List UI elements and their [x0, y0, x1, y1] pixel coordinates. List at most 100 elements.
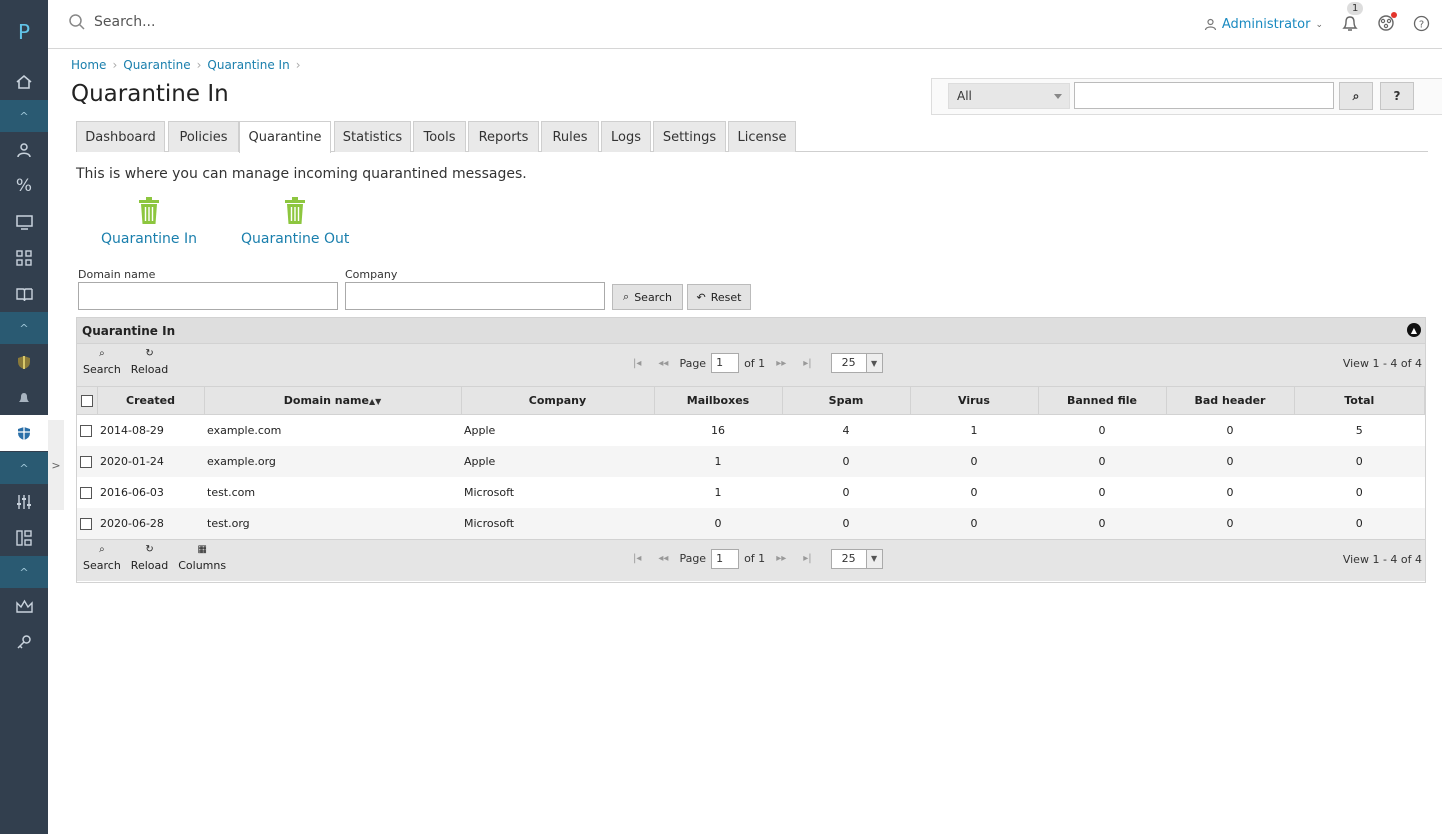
- collapse-group-icon[interactable]: ^: [0, 556, 48, 588]
- shield-plugin-icon[interactable]: [0, 344, 48, 380]
- search-input[interactable]: [94, 14, 394, 30]
- app-logo[interactable]: P: [0, 0, 48, 64]
- prev-page-icon[interactable]: ◂◂: [658, 358, 668, 369]
- bell-plugin-icon[interactable]: [0, 380, 48, 416]
- col-banned-file[interactable]: Banned file: [1038, 386, 1167, 415]
- home-icon[interactable]: [0, 64, 48, 100]
- col-domain-name[interactable]: Domain name▲▼: [204, 386, 462, 415]
- collapse-group-icon[interactable]: ^: [0, 452, 48, 484]
- breadcrumb-quarantine[interactable]: Quarantine: [123, 58, 190, 72]
- next-page-icon[interactable]: ▸▸: [776, 358, 786, 369]
- grid-search-label: Search: [83, 558, 121, 572]
- monitor-icon[interactable]: [0, 204, 48, 240]
- dashboard-layout-icon[interactable]: [0, 520, 48, 556]
- module-search-input[interactable]: [1074, 82, 1334, 109]
- table-row[interactable]: 2020-06-28 test.org Microsoft 0 0 0 0 0 …: [77, 507, 1425, 539]
- user-icon[interactable]: [0, 132, 48, 168]
- tab-statistics[interactable]: Statistics: [334, 121, 411, 152]
- grid-reload-button[interactable]: ↻ Reload: [131, 544, 168, 572]
- col-bad-header[interactable]: Bad header: [1166, 386, 1295, 415]
- rows-per-page-select[interactable]: 25 ▼: [830, 353, 883, 373]
- grid-search-button[interactable]: ⌕ Search: [83, 544, 121, 572]
- cell-mailboxes: 16: [711, 423, 725, 437]
- quarantine-in-button[interactable]: Quarantine In: [101, 197, 197, 247]
- company-filter-input[interactable]: [345, 282, 605, 310]
- select-all-header: [77, 386, 98, 415]
- tab-bar: Dashboard Policies Quarantine Statistics…: [76, 120, 1428, 153]
- tab-reports[interactable]: Reports: [468, 121, 539, 152]
- book-icon[interactable]: [0, 276, 48, 312]
- page-number-input[interactable]: 1: [711, 353, 740, 373]
- last-page-icon[interactable]: ▸|: [803, 358, 811, 369]
- first-page-icon[interactable]: |◂: [633, 358, 641, 369]
- collapse-group-icon[interactable]: ^: [0, 312, 48, 344]
- col-company[interactable]: Company: [461, 386, 655, 415]
- user-menu[interactable]: Administrator ⌄: [1204, 17, 1323, 32]
- rows-per-page-select[interactable]: 25 ▼: [830, 548, 883, 569]
- row-checkbox[interactable]: [80, 517, 92, 530]
- collapse-grid-icon[interactable]: ▲: [1407, 323, 1421, 337]
- row-checkbox[interactable]: [80, 486, 92, 499]
- grid-search-button[interactable]: ⌕ Search: [83, 348, 121, 376]
- table-row[interactable]: 2014-08-29 example.com Apple 16 4 1 0 0 …: [77, 415, 1425, 446]
- tab-dashboard[interactable]: Dashboard: [76, 121, 165, 152]
- table-row[interactable]: 2020-01-24 example.org Apple 1 0 0 0 0 0: [77, 445, 1425, 477]
- tab-tools[interactable]: Tools: [413, 121, 466, 152]
- percent-icon[interactable]: %: [0, 168, 48, 204]
- module-search: All ⌕ ?: [931, 78, 1442, 115]
- sidebar-expand-handle[interactable]: >: [48, 420, 64, 510]
- cell-banned-file: 0: [1098, 423, 1106, 437]
- first-page-icon[interactable]: |◂: [633, 553, 641, 564]
- domain-filter-input[interactable]: [78, 282, 338, 310]
- col-total[interactable]: Total: [1294, 386, 1425, 415]
- row-checkbox[interactable]: [80, 455, 92, 468]
- grid-search-label: Search: [83, 363, 121, 376]
- sliders-icon[interactable]: [0, 484, 48, 520]
- network-status-button[interactable]: [1377, 12, 1397, 35]
- tab-settings[interactable]: Settings: [653, 121, 726, 152]
- next-page-icon[interactable]: ▸▸: [776, 553, 786, 564]
- cell-domain-name: test.com: [207, 485, 256, 499]
- cell-virus: 0: [910, 507, 1038, 539]
- last-page-icon[interactable]: ▸|: [803, 553, 811, 564]
- grid-title: Quarantine In: [82, 324, 176, 338]
- row-checkbox[interactable]: [80, 424, 92, 437]
- notifications-button[interactable]: 1: [1341, 2, 1364, 35]
- filter-reset-button[interactable]: ↶ Reset: [687, 284, 751, 310]
- page-number-input[interactable]: 1: [711, 548, 740, 569]
- grid-reload-label: Reload: [130, 363, 169, 376]
- select-all-checkbox[interactable]: [80, 395, 93, 407]
- grid-apps-icon[interactable]: [0, 240, 48, 276]
- tab-policies[interactable]: Policies: [168, 121, 239, 152]
- collapse-group-icon[interactable]: ^: [0, 100, 48, 132]
- module-search-button[interactable]: ⌕: [1339, 82, 1373, 110]
- key-icon[interactable]: [0, 624, 48, 660]
- filter-search-button[interactable]: ⌕ Search: [612, 284, 683, 310]
- quarantine-in-label: Quarantine In: [101, 231, 197, 247]
- help-button[interactable]: ?: [1413, 15, 1430, 35]
- crown-icon[interactable]: [0, 588, 48, 624]
- quarantine-out-button[interactable]: Quarantine Out: [241, 197, 349, 247]
- search-scope-select[interactable]: All: [948, 83, 1070, 109]
- cell-total: 0: [1294, 445, 1425, 477]
- mail-security-icon[interactable]: [0, 415, 48, 451]
- tab-quarantine[interactable]: Quarantine: [239, 121, 331, 153]
- breadcrumb-quarantine-in[interactable]: Quarantine In: [207, 58, 289, 72]
- table-row[interactable]: 2016-06-03 test.com Microsoft 1 0 0 0 0 …: [77, 477, 1425, 508]
- tab-logs[interactable]: Logs: [601, 121, 651, 152]
- tab-license[interactable]: License: [728, 121, 796, 152]
- breadcrumb-home[interactable]: Home: [71, 58, 106, 72]
- module-help-button[interactable]: ?: [1380, 82, 1414, 110]
- prev-page-icon[interactable]: ◂◂: [658, 553, 668, 564]
- col-spam[interactable]: Spam: [782, 386, 911, 415]
- chevron-right-icon: ›: [295, 58, 301, 72]
- cell-mailboxes: 0: [654, 507, 782, 539]
- col-mailboxes[interactable]: Mailboxes: [654, 386, 783, 415]
- columns-icon: ▦: [197, 543, 207, 555]
- col-virus[interactable]: Virus: [910, 386, 1039, 415]
- col-created[interactable]: Created: [97, 386, 205, 415]
- global-search: [68, 13, 394, 31]
- grid-reload-button[interactable]: ↻ Reload: [131, 348, 168, 376]
- tab-rules[interactable]: Rules: [541, 121, 599, 152]
- grid-columns-button[interactable]: ▦ Columns: [178, 544, 226, 572]
